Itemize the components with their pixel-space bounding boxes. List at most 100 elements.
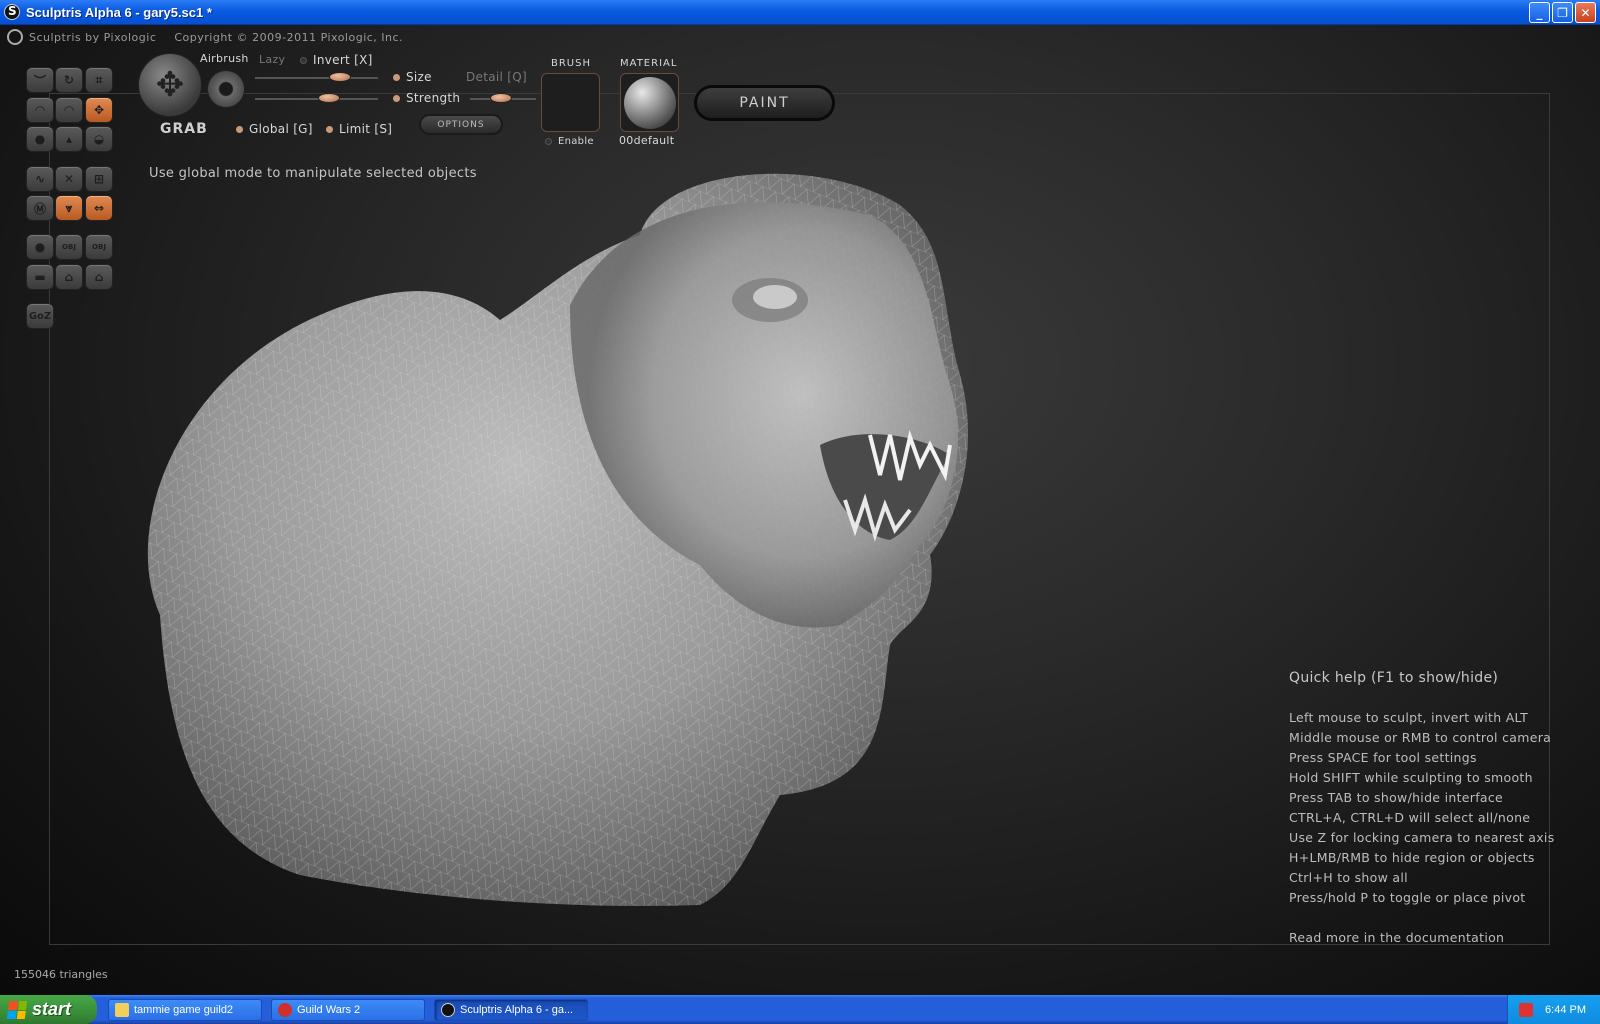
detail-label: Detail [Q]: [466, 70, 527, 84]
wireframe-toggle-button[interactable]: ⩔: [55, 195, 83, 221]
active-tool-name: GRAB: [160, 121, 208, 137]
open-icon: ⌂: [64, 270, 74, 284]
airbrush-toggle[interactable]: [207, 70, 245, 108]
mesh-icon: ⩔: [65, 200, 73, 215]
windows-taskbar: start tammie game guild2 Guild Wars 2 Sc…: [0, 995, 1600, 1024]
quick-help-line: Hold SHIFT while sculpting to smooth: [1289, 770, 1533, 785]
triangle-count: 155046 triangles: [14, 968, 108, 981]
taskbar-item-label: Sculptris Alpha 6 - ga...: [460, 1003, 574, 1016]
quick-help-line: Press SPACE for tool settings: [1289, 750, 1477, 765]
draw-icon: ︶: [33, 73, 46, 88]
inflate-icon: ◠: [35, 103, 45, 117]
quick-help-line: Ctrl+H to show all: [1289, 870, 1408, 885]
size-text: Size: [406, 70, 432, 84]
brand-bar: Sculptris by Pixologic Copyright © 2009-…: [0, 25, 1600, 49]
grab-tool-icon[interactable]: ✥: [138, 53, 202, 117]
start-label: start: [32, 999, 72, 1019]
size-slider-track[interactable]: [255, 77, 378, 79]
crease-icon: ▴: [65, 132, 73, 146]
mask-icon: Ⓜ: [33, 201, 46, 216]
copyright-text: Copyright © 2009-2011 Pixologic, Inc.: [174, 30, 404, 44]
goz-label: GoZ: [28, 310, 52, 322]
wireframe-icon: ✕: [63, 172, 75, 186]
taskbar-item-folder[interactable]: tammie game guild2: [108, 998, 262, 1021]
quick-help-line: H+LMB/RMB to hide region or objects: [1289, 850, 1535, 865]
window-titlebar: Sculptris Alpha 6 - gary5.sc1 * _ ❐ ✕: [0, 0, 1600, 25]
brush-label: BRUSH: [551, 58, 591, 69]
sculptris-app-icon[interactable]: [4, 4, 20, 20]
limit-dot-icon: [326, 126, 333, 133]
material-sphere-icon: [623, 76, 676, 129]
symmetry-button[interactable]: ∿: [26, 166, 54, 192]
move-arrows-icon: ✥: [93, 103, 105, 117]
sphere-icon: ●: [34, 240, 46, 254]
start-button[interactable]: start: [0, 995, 97, 1024]
guildwars-icon: [278, 1002, 292, 1017]
pinch-icon: ●: [34, 132, 46, 146]
invert-toggle[interactable]: Invert [X]: [300, 53, 373, 67]
product-name: Sculptris by Pixologic: [29, 30, 157, 44]
global-toggle[interactable]: Global [G]: [236, 122, 313, 136]
enable-dot-icon: [545, 137, 552, 145]
draw-tool-button[interactable]: ︶: [26, 67, 54, 93]
taskbar-item-guildwars[interactable]: Guild Wars 2: [271, 998, 425, 1021]
documentation-link[interactable]: Read more in the documentation: [1289, 928, 1555, 948]
close-button[interactable]: ✕: [1575, 2, 1596, 23]
quick-help-title: Quick help (F1 to show/hide): [1289, 670, 1499, 686]
import-obj-button[interactable]: OBJ: [55, 234, 83, 260]
window-title: Sculptris Alpha 6 - gary5.sc1 *: [26, 4, 212, 20]
maximize-button[interactable]: ❐: [1552, 2, 1573, 23]
options-button[interactable]: OPTIONS: [419, 114, 503, 135]
sculpt-model[interactable]: [100, 145, 1000, 915]
wireframe-button[interactable]: ✕: [55, 166, 83, 192]
material-slot[interactable]: [620, 73, 679, 132]
rotate-tool-button[interactable]: ↻: [55, 67, 83, 93]
flatten-tool-button[interactable]: ◠: [55, 97, 83, 123]
quick-help-line: Press TAB to show/hide interface: [1289, 790, 1504, 805]
new-sphere-button[interactable]: ●: [26, 234, 54, 260]
invert-dot-icon: [300, 57, 307, 64]
strength-slider-track[interactable]: [255, 98, 378, 100]
size-dot-icon: [393, 74, 400, 81]
quick-help-line: Middle mouse or RMB to control camera: [1289, 730, 1552, 745]
tray-app-icon[interactable]: [1519, 1002, 1534, 1017]
quick-help-line: Press/hold P to toggle or place pivot: [1289, 890, 1526, 905]
limit-toggle[interactable]: Limit [S]: [326, 122, 392, 136]
brush-slot[interactable]: [541, 73, 600, 132]
new-plane-button[interactable]: ▬: [26, 264, 54, 290]
inflate-tool-button[interactable]: ◠: [26, 97, 54, 123]
size-label: Size: [393, 70, 432, 84]
folder-icon: [115, 1002, 129, 1017]
quick-help-line: CTRL+A, CTRL+D will select all/none: [1289, 810, 1531, 825]
minimize-button[interactable]: _: [1529, 2, 1550, 23]
strength-label: Strength: [393, 91, 460, 105]
crease-tool-button[interactable]: ▴: [55, 126, 83, 152]
crop-tool-button[interactable]: ⌗: [85, 67, 113, 93]
open-file-button[interactable]: ⌂: [55, 264, 83, 290]
size-slider-thumb[interactable]: [329, 72, 351, 82]
detail-slider-thumb[interactable]: [490, 93, 512, 103]
sculptris-workspace[interactable]: Sculptris by Pixologic Copyright © 2009-…: [0, 25, 1600, 995]
pinch-tool-button[interactable]: ●: [26, 126, 54, 152]
material-label: MATERIAL: [620, 58, 678, 69]
airbrush-label: Airbrush: [200, 52, 249, 65]
symmetry-icon: ∿: [34, 172, 46, 186]
system-tray: 6:44 PM: [1507, 995, 1600, 1024]
rotate-icon: ↻: [63, 73, 75, 87]
plane-icon: ▬: [34, 270, 46, 284]
quick-help-line: Left mouse to sculpt, invert with ALT: [1289, 710, 1529, 725]
taskbar-item-sculptris[interactable]: Sculptris Alpha 6 - ga...: [434, 998, 588, 1021]
clock[interactable]: 6:44 PM: [1545, 1004, 1586, 1016]
strength-slider-thumb[interactable]: [318, 93, 340, 103]
strength-dot-icon: [393, 95, 400, 102]
obj-import-label: OBJ: [62, 243, 76, 251]
goz-button[interactable]: GoZ: [26, 303, 54, 329]
quick-help-panel: Quick help (F1 to show/hide) Left mouse …: [1289, 670, 1555, 948]
mask-button[interactable]: Ⓜ: [26, 195, 54, 221]
lazy-label[interactable]: Lazy: [259, 53, 285, 66]
paint-mode-button[interactable]: PAINT: [694, 85, 835, 121]
invert-label: Invert [X]: [313, 53, 373, 67]
flatten-icon: ◠: [64, 103, 74, 117]
windows-flag-icon: [6, 1000, 28, 1019]
grab-tool-button[interactable]: ✥: [85, 97, 113, 123]
